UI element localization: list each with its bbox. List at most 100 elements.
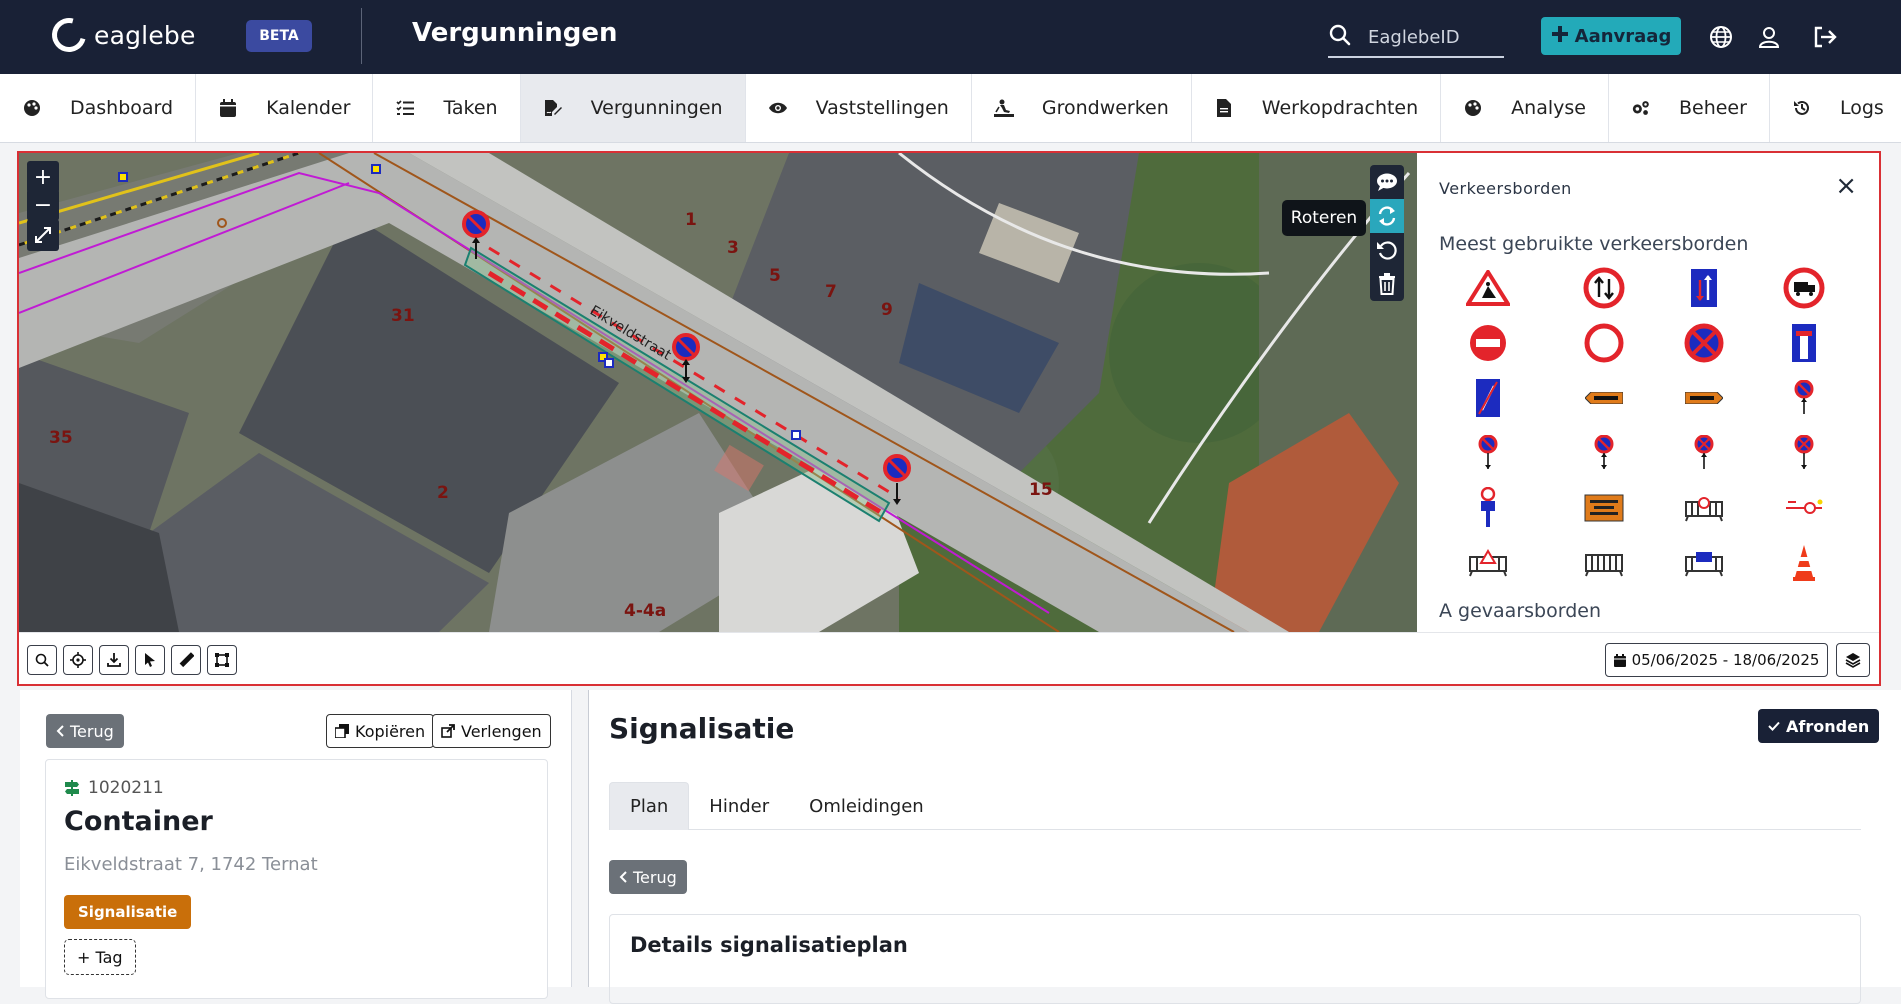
tab-label: Dashboard <box>70 97 174 119</box>
tab-analyse[interactable]: Analyse <box>1441 74 1609 142</box>
user-icon[interactable] <box>1756 24 1782 50</box>
section-title: Signalisatie <box>609 712 795 745</box>
tab-vaststellingen[interactable]: Vaststellingen <box>746 74 972 142</box>
tab-logs[interactable]: Logs <box>1770 74 1901 142</box>
file-icon <box>1214 98 1234 118</box>
sign-no-stopping-up[interactable] <box>1679 430 1729 476</box>
sign-barrier[interactable] <box>1579 540 1629 586</box>
layers-button[interactable] <box>1836 643 1870 677</box>
finish-button[interactable]: Afronden <box>1758 709 1880 743</box>
sign-no-stopping-down[interactable] <box>1779 430 1829 476</box>
measure-button[interactable] <box>171 645 201 675</box>
close-icon[interactable]: × <box>1835 171 1857 201</box>
history-icon <box>1792 98 1812 118</box>
tab-kalender[interactable]: Kalender <box>196 74 374 142</box>
traffic-sign-panel: Verkeersborden × Meest gebruikte verkeer… <box>1417 153 1879 632</box>
plan-back-button[interactable]: Terug <box>609 860 687 894</box>
tab-taken[interactable]: Taken <box>373 74 521 142</box>
tab-omleidingen[interactable]: Omleidingen <box>789 782 944 830</box>
zoom-out-button[interactable]: − <box>27 189 59 221</box>
checklist-icon <box>395 98 415 118</box>
tab-plan[interactable]: Plan <box>609 782 690 830</box>
locate-button[interactable] <box>63 645 93 675</box>
aerial-map[interactable]: Eikveldstraat 1 3 5 7 9 31 35 2 15 4-4a <box>19 153 1417 632</box>
select-button[interactable] <box>135 645 165 675</box>
panel-subtitle: Meest gebruikte verkeersborden <box>1439 233 1749 255</box>
tab-label: Kalender <box>266 97 351 119</box>
sign-barrier-signal[interactable] <box>1679 485 1729 531</box>
search-input[interactable] <box>1368 26 1498 48</box>
sign-barrier-blue[interactable] <box>1679 540 1729 586</box>
house-number: 5 <box>769 266 781 286</box>
tab-label: Vaststellingen <box>815 97 949 119</box>
permit-title: Container <box>64 806 213 837</box>
undo-button[interactable] <box>1370 233 1404 267</box>
chevron-left-icon <box>56 725 64 737</box>
tab-grondwerken[interactable]: Grondwerken <box>972 74 1192 142</box>
eaglebe-logo-icon <box>45 11 93 59</box>
panel-section-gevaarsborden: A gevaarsborden <box>1439 600 1601 622</box>
sign-dead-end[interactable] <box>1779 320 1829 366</box>
sign-no-parking-up[interactable] <box>1779 375 1829 421</box>
sign-traffic-cone[interactable] <box>1779 540 1829 586</box>
beta-badge: BETA <box>246 20 312 52</box>
crosshair-icon <box>70 652 86 668</box>
house-number: 1 <box>685 210 697 230</box>
sign-detour-right[interactable] <box>1679 375 1729 421</box>
tab-dashboard[interactable]: Dashboard <box>0 74 197 142</box>
palette-icon <box>1463 98 1483 118</box>
add-tag-button[interactable]: + Tag <box>64 939 136 975</box>
rotate-button[interactable] <box>1370 199 1404 233</box>
globe-icon[interactable] <box>1708 24 1734 50</box>
tab-beheer[interactable]: Beheer <box>1609 74 1770 142</box>
permit-id-value: 1020211 <box>88 778 164 798</box>
delete-button[interactable] <box>1370 267 1404 301</box>
new-request-button[interactable]: Aanvraag <box>1541 17 1681 55</box>
house-number: 15 <box>1029 480 1053 500</box>
sign-priority-oncoming[interactable] <box>1679 265 1729 311</box>
draw-area-button[interactable] <box>207 645 237 675</box>
extend-button[interactable]: Verlengen <box>432 714 551 748</box>
page-title: Vergunningen <box>412 18 618 48</box>
digging-icon <box>993 98 1014 118</box>
sign-no-entry[interactable] <box>1463 320 1513 366</box>
sign-pedestrian-post[interactable] <box>1463 485 1513 531</box>
sign-no-trucks[interactable] <box>1779 265 1829 311</box>
sign-closed-road[interactable] <box>1579 320 1629 366</box>
sign-end-priority[interactable] <box>1463 375 1513 421</box>
tab-hinder[interactable]: Hinder <box>689 782 789 830</box>
comment-button[interactable] <box>1370 165 1404 199</box>
map-view[interactable]: Eikveldstraat 1 3 5 7 9 31 35 2 15 4-4a … <box>19 153 1417 632</box>
logo[interactable]: eaglebe <box>45 11 196 59</box>
tab-label: Taken <box>443 97 498 119</box>
back-button[interactable]: Terug <box>46 714 124 748</box>
sign-barrier-roadworks[interactable] <box>1463 540 1513 586</box>
tab-werkopdrachten[interactable]: Werkopdrachten <box>1192 74 1442 142</box>
signalisatie-pane: Signalisatie Afronden Plan Hinder Omleid… <box>588 690 1901 1004</box>
file-signature-icon <box>543 98 563 118</box>
sign-detour-left[interactable] <box>1579 375 1629 421</box>
tag-signalisatie[interactable]: Signalisatie <box>64 895 192 929</box>
copy-button[interactable]: Kopiëren <box>326 714 435 748</box>
date-range-button[interactable]: 05/06/2025 - 18/06/2025 <box>1605 643 1828 677</box>
plus-icon <box>1551 25 1569 48</box>
sign-no-parking-down[interactable] <box>1463 430 1513 476</box>
sign-two-way[interactable] <box>1579 265 1629 311</box>
tab-vergunningen[interactable]: Vergunningen <box>520 74 746 142</box>
signpost-icon <box>65 780 79 796</box>
logout-icon[interactable] <box>1812 24 1838 50</box>
sign-no-parking-both[interactable] <box>1579 430 1629 476</box>
panel-title: Verkeersborden <box>1439 179 1572 198</box>
back-label: Terug <box>633 867 677 887</box>
pointer-icon <box>145 653 155 667</box>
calendar-icon <box>218 98 238 118</box>
export-button[interactable] <box>99 645 129 675</box>
map-container: Eikveldstraat 1 3 5 7 9 31 35 2 15 4-4a … <box>17 151 1881 686</box>
sign-pedestrians-other-side[interactable] <box>1579 485 1629 531</box>
sign-warning-light[interactable] <box>1779 485 1829 531</box>
fullscreen-button[interactable] <box>27 219 59 251</box>
sign-no-stopping[interactable] <box>1679 320 1729 366</box>
map-search-button[interactable] <box>27 645 57 675</box>
search-icon[interactable] <box>1328 23 1352 51</box>
sign-roadworks[interactable] <box>1463 265 1513 311</box>
